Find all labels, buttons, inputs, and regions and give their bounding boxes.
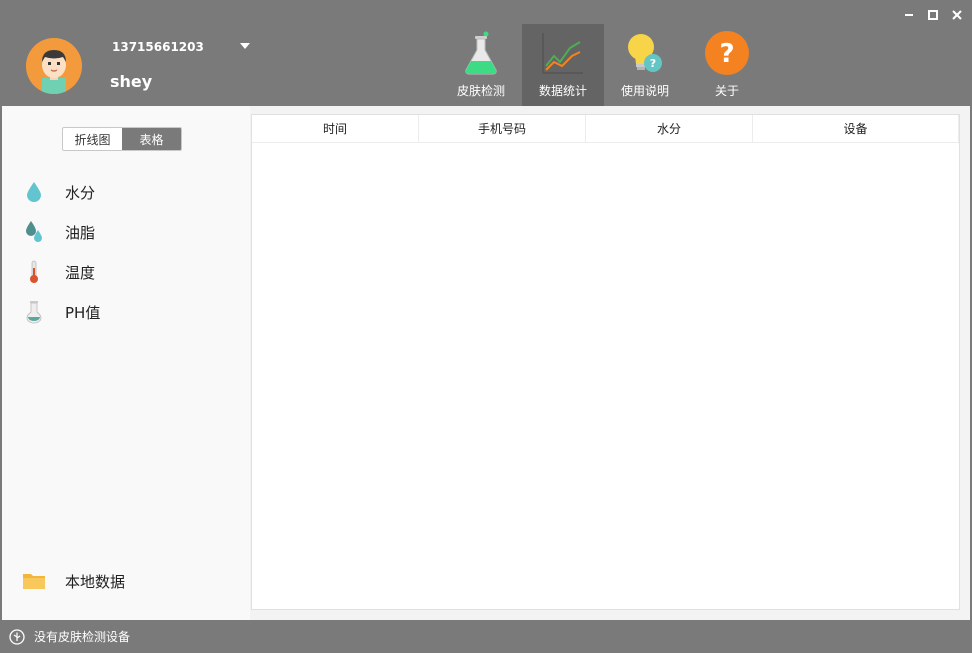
metric-label: PH值 xyxy=(65,303,101,322)
column-header-phone[interactable]: 手机号码 xyxy=(419,115,586,142)
table-header: 时间 手机号码 水分 设备 xyxy=(252,115,959,143)
nav-label: 使用说明 xyxy=(620,84,669,98)
metric-oil[interactable]: 油脂 xyxy=(22,220,95,244)
metric-label: 温度 xyxy=(65,263,96,282)
header-bar: 13715661203 shey 皮肤检测 数据统计 ? 使用说明 ? 关于 xyxy=(0,0,972,106)
metric-temperature[interactable]: 温度 xyxy=(22,260,95,284)
svg-text:?: ? xyxy=(719,39,734,69)
user-name: shey xyxy=(110,72,153,91)
data-table: 时间 手机号码 水分 设备 xyxy=(251,114,960,610)
svg-text:?: ? xyxy=(650,57,656,70)
status-bar: 没有皮肤检测设备 xyxy=(0,620,972,653)
flask-icon xyxy=(458,30,504,76)
close-icon[interactable] xyxy=(948,6,966,24)
line-chart-icon xyxy=(540,30,586,76)
account-dropdown-icon[interactable] xyxy=(238,40,252,52)
column-header-moisture[interactable]: 水分 xyxy=(586,115,753,142)
thermometer-icon xyxy=(22,260,46,284)
status-text: 没有皮肤检测设备 xyxy=(34,630,131,644)
window-controls xyxy=(900,6,966,24)
minimize-icon[interactable] xyxy=(900,6,918,24)
nav-label: 数据统计 xyxy=(538,84,587,98)
folder-icon xyxy=(22,569,46,593)
column-header-time[interactable]: 时间 xyxy=(252,115,419,142)
nav-instructions[interactable]: ? 使用说明 xyxy=(604,24,686,106)
table-view-button[interactable]: 表格 xyxy=(122,128,181,150)
nav-label: 皮肤检测 xyxy=(456,84,505,98)
user-avatar[interactable] xyxy=(26,38,82,94)
nav-data-stats[interactable]: 数据统计 xyxy=(522,24,604,106)
sidebar: 折线图 表格 水分 油脂 温度 PH值 本地数据 xyxy=(2,106,250,620)
view-toggle: 折线图 表格 xyxy=(62,127,182,151)
metric-ph[interactable]: PH值 xyxy=(22,300,100,324)
question-icon: ? xyxy=(704,30,750,76)
usb-icon xyxy=(8,628,26,646)
water-drop-icon xyxy=(22,180,46,204)
oil-drops-icon xyxy=(22,220,46,244)
column-header-device[interactable]: 设备 xyxy=(753,115,959,142)
line-chart-view-button[interactable]: 折线图 xyxy=(63,128,122,150)
main-nav: 皮肤检测 数据统计 ? 使用说明 ? 关于 xyxy=(440,24,768,106)
local-data-button[interactable]: 本地数据 xyxy=(22,569,125,593)
maximize-icon[interactable] xyxy=(924,6,942,24)
lightbulb-icon: ? xyxy=(622,30,668,76)
nav-label: 关于 xyxy=(714,84,739,98)
test-tube-icon xyxy=(22,300,46,324)
metric-moisture[interactable]: 水分 xyxy=(22,180,95,204)
metric-label: 水分 xyxy=(65,183,96,202)
main-panel: 时间 手机号码 水分 设备 xyxy=(250,106,970,620)
nav-about[interactable]: ? 关于 xyxy=(686,24,768,106)
metric-label: 油脂 xyxy=(65,223,96,242)
user-phone: 13715661203 xyxy=(112,40,204,54)
local-data-label: 本地数据 xyxy=(65,572,126,591)
nav-skin-test[interactable]: 皮肤检测 xyxy=(440,24,522,106)
